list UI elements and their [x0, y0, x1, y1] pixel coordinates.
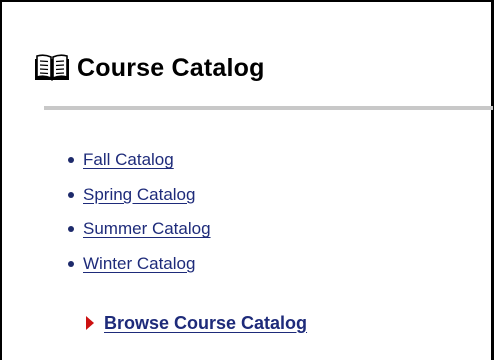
bullet-icon	[68, 260, 74, 267]
browse-section: Browse Course Catalog	[86, 309, 307, 337]
list-item-winter: Winter Catalog	[68, 247, 211, 282]
browse-course-catalog-link[interactable]: Browse Course Catalog	[104, 313, 307, 334]
page-title: Course Catalog	[77, 53, 265, 82]
list-item-spring: Spring Catalog	[68, 178, 211, 213]
header-divider	[44, 106, 493, 110]
list-item-summer: Summer Catalog	[68, 212, 211, 247]
catalog-header: Course Catalog	[33, 48, 265, 88]
red-arrow-icon	[86, 316, 94, 330]
winter-catalog-link[interactable]: Winter Catalog	[83, 254, 195, 274]
list-item-fall: Fall Catalog	[68, 143, 211, 178]
bullet-icon	[68, 157, 74, 164]
summer-catalog-link[interactable]: Summer Catalog	[83, 219, 211, 239]
spring-catalog-link[interactable]: Spring Catalog	[83, 185, 195, 205]
fall-catalog-link[interactable]: Fall Catalog	[83, 150, 174, 170]
bullet-icon	[68, 191, 74, 198]
catalog-list: Fall Catalog Spring Catalog Summer Catal…	[68, 143, 211, 281]
bullet-icon	[68, 226, 74, 233]
open-book-icon	[33, 53, 71, 83]
course-catalog-panel: Course Catalog Fall Catalog Spring Catal…	[0, 0, 494, 360]
